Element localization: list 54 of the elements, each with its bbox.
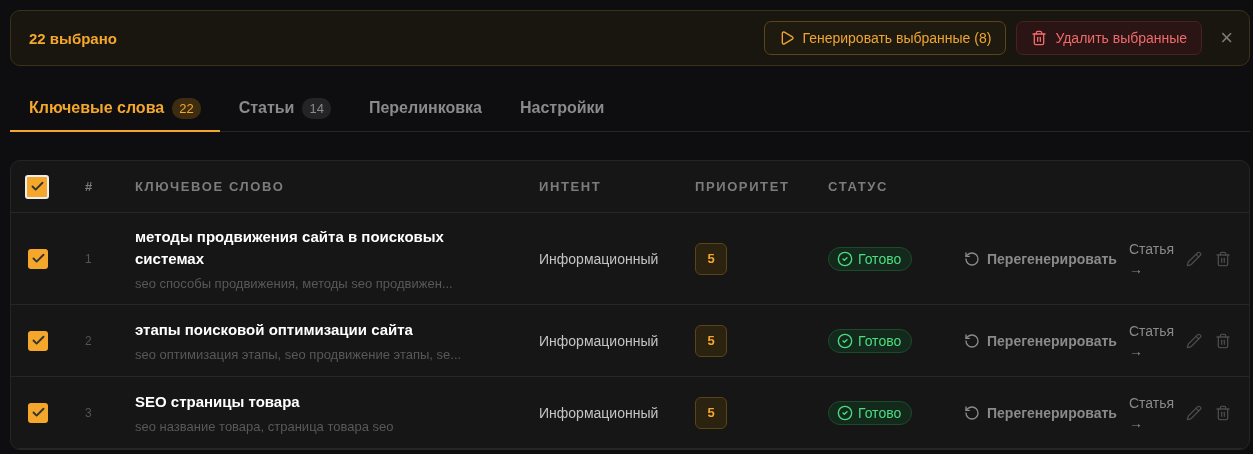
close-button[interactable]: × — [1218, 25, 1235, 51]
status-badge: Готово — [828, 400, 913, 425]
tab[interactable]: Статьи 14 — [219, 86, 350, 132]
row-number: 1 — [85, 251, 92, 266]
intent-label: Информационный — [539, 250, 660, 267]
column-header: ПРИОРИТЕТ — [695, 179, 791, 194]
column-header: СТАТУС — [828, 179, 889, 194]
row-checkbox[interactable] — [28, 330, 48, 351]
count-badge: 22 — [172, 97, 201, 119]
tab[interactable]: Ключевые слова 22 — [10, 86, 220, 132]
regenerate-button[interactable]: Перегенерировать — [964, 404, 1129, 421]
generate-selected-button[interactable]: Генерировать выбранные (8) — [763, 21, 1007, 55]
column-header: ИНТЕНТ — [539, 179, 603, 194]
column-header: # — [85, 179, 95, 194]
regenerate-button[interactable]: Перегенерировать — [964, 332, 1129, 349]
article-link[interactable]: Статья → — [1129, 238, 1179, 279]
row-number: 3 — [85, 405, 92, 420]
row-checkbox[interactable] — [28, 248, 48, 269]
keyword-title: этапы поисковой оптимизации сайта — [135, 320, 414, 340]
keyword-title: SEO страницы товара — [135, 392, 301, 412]
regenerate-button[interactable]: Перегенерировать — [964, 250, 1129, 267]
check-circle-icon — [837, 332, 853, 349]
related-keywords: seo оптимизация этапы, seo продвижение этапы, se... — [135, 347, 463, 362]
intent-label: Информационный — [539, 332, 660, 349]
tab[interactable]: Перелинковка — [349, 86, 501, 132]
row-checkbox[interactable] — [28, 402, 48, 423]
selected-count: 22 выбрано — [29, 29, 117, 47]
count-badge: 14 — [302, 97, 331, 119]
select-all-checkbox[interactable] — [25, 174, 49, 199]
column-header: КЛЮЧЕВОЕ СЛОВО — [135, 179, 286, 194]
article-link[interactable]: Статья → — [1129, 392, 1179, 433]
check-circle-icon — [837, 404, 853, 421]
refresh-icon — [964, 404, 980, 421]
priority-badge: 5 — [695, 396, 727, 429]
article-link[interactable]: Статья → — [1129, 320, 1179, 361]
row-number: 2 — [85, 333, 92, 348]
check-icon — [30, 405, 46, 420]
refresh-icon — [964, 332, 980, 349]
intent-label: Информационный — [539, 404, 660, 421]
check-icon — [30, 333, 46, 348]
status-badge: Готово — [828, 328, 913, 353]
trash-icon — [1031, 30, 1048, 46]
delete-selected-button[interactable]: Удалить выбранные — [1016, 21, 1203, 55]
check-circle-icon — [837, 250, 853, 267]
refresh-icon — [964, 250, 980, 267]
status-badge: Готово — [828, 246, 913, 271]
keyword-title: методы продвижения сайта в поисковых системах — [135, 227, 445, 269]
related-keywords: seo способы продвижения, методы seo продвижен... — [135, 276, 454, 291]
check-icon — [29, 179, 45, 194]
check-icon — [30, 251, 46, 266]
priority-badge: 5 — [695, 242, 727, 275]
tab[interactable]: Настройки — [500, 86, 624, 132]
priority-badge: 5 — [695, 324, 727, 357]
related-keywords: seo название товара, страница товара seo — [135, 419, 395, 434]
